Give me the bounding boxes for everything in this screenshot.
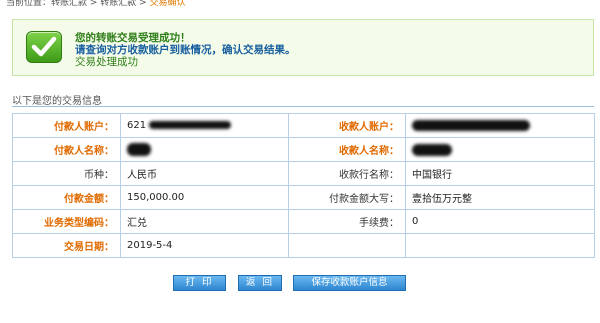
print-button[interactable]: 打 印 — [173, 275, 226, 291]
empty-cell — [288, 233, 406, 258]
payer-account-prefix: 621 — [127, 120, 147, 131]
table-row: 付款金额： 150,000.00 付款金额大写： 壹拾伍万元整 — [12, 185, 595, 210]
transaction-info-table: 付款人账户： 621 收款人账户： 付款人名称： 收款人名称： 币种： 人民币 … — [12, 113, 595, 258]
check-account-hint: 请查询对方收款账户到账情况，确认交易结果。 — [75, 44, 296, 56]
redaction-mark — [412, 143, 452, 156]
amount-value: 150,000.00 — [120, 185, 289, 210]
business-type-label: 业务类型编码： — [12, 209, 121, 234]
checkmark-icon — [26, 31, 62, 63]
action-buttons: 打 印 返 回 保存收款账户信息 — [0, 275, 600, 291]
table-row: 币种： 人民币 收款行名称： 中国银行 — [12, 161, 595, 186]
table-row: 付款人名称： 收款人名称： — [12, 137, 595, 162]
payer-account-label: 付款人账户： — [12, 113, 121, 138]
breadcrumb-path: 当前位置：转账汇款 > 转账汇款 > — [6, 0, 150, 8]
payee-bank-label: 收款行名称： — [288, 161, 406, 186]
save-payee-button[interactable]: 保存收款账户信息 — [293, 275, 406, 291]
fee-value: 0 — [405, 209, 595, 234]
currency-label: 币种： — [12, 161, 121, 186]
table-row: 交易日期： 2019-5-4 — [12, 233, 595, 258]
payee-name-value — [405, 137, 595, 162]
section-divider — [12, 106, 594, 107]
amount-words-label: 付款金额大写： — [288, 185, 406, 210]
processing-status: 交易处理成功 — [75, 56, 138, 68]
amount-label: 付款金额： — [12, 185, 121, 210]
amount-words-value: 壹拾伍万元整 — [405, 185, 595, 210]
payee-name-label: 收款人名称： — [288, 137, 406, 162]
currency-value: 人民币 — [120, 161, 289, 186]
breadcrumb: 当前位置：转账汇款 > 转账汇款 > 交易确认 — [6, 0, 306, 8]
redaction-mark — [127, 143, 151, 156]
date-value: 2019-5-4 — [120, 233, 289, 258]
payer-name-label: 付款人名称： — [12, 137, 121, 162]
success-message: 您的转账交易受理成功！ — [75, 32, 191, 44]
table-row: 付款人账户： 621 收款人账户： — [12, 113, 595, 138]
payee-bank-value: 中国银行 — [405, 161, 595, 186]
fee-label: 手续费： — [288, 209, 406, 234]
business-type-value: 汇兑 — [120, 209, 289, 234]
table-row: 业务类型编码： 汇兑 手续费： 0 — [12, 209, 595, 234]
breadcrumb-current[interactable]: 交易确认 — [150, 0, 186, 8]
payee-account-value — [405, 113, 595, 138]
empty-cell — [405, 233, 595, 258]
payer-account-value: 621 — [120, 113, 289, 138]
section-title: 以下是您的交易信息 — [12, 96, 102, 107]
redaction-mark — [412, 119, 530, 131]
payee-account-label: 收款人账户： — [288, 113, 406, 138]
payer-name-value — [120, 137, 289, 162]
redaction-mark — [149, 121, 232, 129]
back-button[interactable]: 返 回 — [238, 275, 282, 291]
success-panel: 您的转账交易受理成功！ 请查询对方收款账户到账情况，确认交易结果。 交易处理成功 — [12, 19, 594, 76]
date-label: 交易日期： — [12, 233, 121, 258]
